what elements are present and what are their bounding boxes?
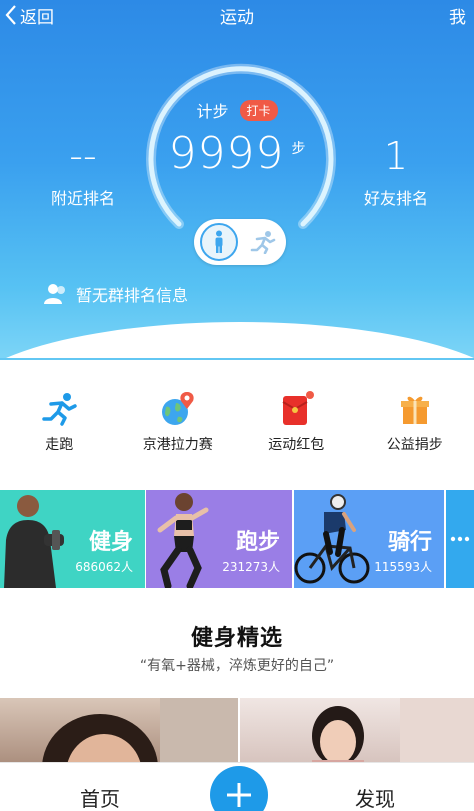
group-rank-info[interactable]: 暂无群排名信息 (44, 282, 188, 306)
hero-wave (0, 322, 474, 360)
gift-icon (400, 396, 429, 424)
category-name: 健身 (88, 530, 133, 555)
page-title: 运动 (220, 8, 254, 28)
run-mode-button[interactable] (246, 225, 280, 259)
steps-label: 计步 (196, 102, 229, 121)
category-count: 115593人 (374, 560, 432, 574)
mode-toggle (194, 219, 286, 265)
quick-action-redpacket[interactable]: 运动红包 (237, 380, 356, 460)
category-card-cycling[interactable]: 骑行 115593人 (294, 490, 444, 588)
group-icon (44, 284, 65, 304)
group-rank-label: 暂无群排名信息 (76, 286, 189, 305)
quick-action-label: 走跑 (45, 437, 74, 453)
steps-unit: 步 (291, 141, 306, 157)
walk-mode-button[interactable] (200, 223, 238, 261)
friend-rank-label: 好友排名 (363, 189, 428, 208)
globe-pin-icon (161, 392, 194, 425)
category-name: 跑步 (235, 530, 280, 555)
nearby-rank-value: -- (69, 134, 97, 178)
red-envelope-icon (282, 391, 315, 425)
category-count: 686062人 (75, 560, 133, 574)
category-card-fitness[interactable]: 健身 686062人 (0, 490, 145, 588)
top-bar: 返回 运动 我 (0, 0, 474, 30)
nearby-rank[interactable]: -- 附近排名 (23, 131, 143, 209)
nav-discover[interactable]: 发现 (355, 783, 395, 811)
runner-icon (250, 231, 276, 254)
notification-dot (306, 391, 315, 399)
checkin-button[interactable]: 打卡 (239, 99, 278, 121)
friend-rank-value: 1 (383, 134, 409, 178)
friend-rank[interactable]: 1 好友排名 (336, 131, 456, 209)
walker-icon (215, 230, 223, 253)
cyclist-image (294, 494, 370, 584)
me-button[interactable]: 我 (449, 3, 466, 28)
pick-photo-left[interactable] (0, 698, 238, 768)
category-card-more[interactable] (446, 490, 474, 588)
steps-value: 9999 (168, 128, 285, 179)
category-count: 231273人 (222, 560, 280, 574)
picks-title: 健身精选 (190, 626, 283, 651)
quick-action-label: 公益捐步 (386, 437, 443, 453)
person-photo (42, 698, 238, 768)
quick-action-label: 京港拉力赛 (142, 437, 213, 453)
quick-action-run[interactable]: 走跑 (0, 380, 119, 460)
hero-divider (0, 358, 474, 360)
quick-action-rally[interactable]: 京港拉力赛 (119, 380, 238, 460)
running-person-image (157, 493, 209, 588)
pick-photo-right[interactable] (240, 698, 474, 768)
nav-home[interactable]: 首页 (80, 783, 120, 811)
category-card-running[interactable]: 跑步 231273人 (146, 490, 292, 588)
nearby-rank-label: 附近排名 (50, 189, 115, 208)
person-photo (312, 698, 474, 768)
step-hero: 返回 运动 我 计步 打卡 9999 步 -- 附近排名 1 好友排名 暂无群排… (0, 0, 474, 360)
plus-icon (227, 783, 251, 807)
fitness-person-image (4, 495, 64, 588)
category-cards: 健身 686062人 跑步 231273人 骑行 115593人 (0, 490, 474, 588)
sports-page: 返回 运动 我 计步 打卡 9999 步 -- 附近排名 1 好友排名 暂无群排… (0, 0, 474, 811)
quick-actions: 走跑 京港拉力赛 运动红包 公益捐步 (0, 380, 474, 460)
runner-icon (42, 393, 77, 426)
more-dots-icon (450, 536, 470, 542)
picks-subtitle: “有氧+器械，淬炼更好的自己” (139, 658, 335, 674)
quick-action-donate[interactable]: 公益捐步 (356, 380, 474, 460)
steps-header: 计步 打卡 (0, 98, 474, 122)
category-name: 骑行 (387, 530, 432, 555)
quick-action-label: 运动红包 (268, 437, 325, 453)
